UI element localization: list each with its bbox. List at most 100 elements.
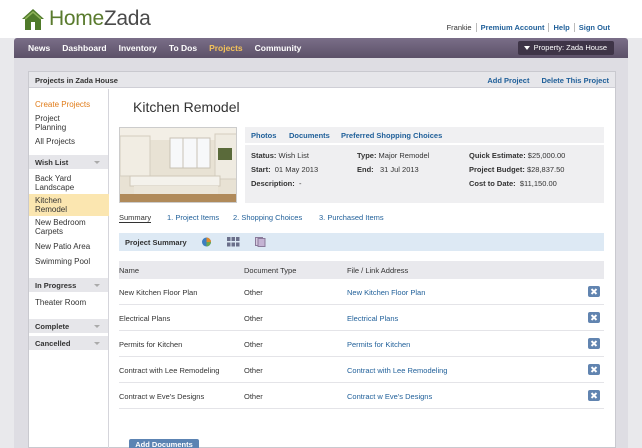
start-label: Start: — [251, 165, 271, 174]
sidebar-item-back-yard-landscape[interactable]: Back Yard Landscape — [29, 172, 108, 194]
description-value: - — [298, 179, 302, 188]
nav-inventory[interactable]: Inventory — [113, 43, 163, 53]
budget-value: $28,837.50 — [526, 165, 565, 174]
username: Frankie — [446, 23, 472, 32]
status-label: Status: — [251, 151, 277, 160]
end-value: 31 Jul 2013 — [379, 165, 419, 174]
row-name: Permits for Kitchen — [119, 340, 183, 349]
row-link[interactable]: Contract w Eve's Designs — [347, 392, 432, 401]
project-planning-link[interactable]: Project Planning — [29, 113, 89, 133]
type-label: Type: — [357, 151, 377, 160]
sidebar-item-theater-room[interactable]: Theater Room — [29, 296, 108, 309]
end-label: End: — [357, 165, 374, 174]
row-link[interactable]: Electrical Plans — [347, 314, 398, 323]
projects-panel: Projects in Zada House Add Project Delet… — [28, 71, 616, 448]
subtab-purchased-items[interactable]: 3. Purchased Items — [319, 213, 384, 222]
cost-value: $11,150.00 — [519, 179, 557, 188]
project-summary-label: Project Summary — [125, 238, 187, 247]
quick-estimate-label: Quick Estimate: — [469, 151, 526, 160]
col-document-type: Document Type — [244, 266, 297, 275]
cost-label: Cost to Date: — [469, 179, 516, 188]
add-project-link[interactable]: Add Project — [487, 76, 529, 85]
nav-todos[interactable]: To Dos — [163, 43, 203, 53]
kitchen-photo[interactable] — [119, 127, 237, 203]
project-title: Kitchen Remodel — [133, 99, 240, 115]
row-name: Contract with Lee Remodeling — [119, 366, 220, 375]
status-value: Wish List — [278, 151, 309, 160]
house-logo-icon — [20, 6, 46, 32]
add-documents-button[interactable]: Add Documents — [129, 439, 199, 448]
panel-header: Projects in Zada House Add Project Delet… — [29, 72, 615, 88]
sidebar-item-new-bedroom-carpets[interactable]: New Bedroom Carpets — [29, 216, 108, 238]
delete-icon[interactable] — [588, 390, 600, 401]
delete-icon[interactable] — [588, 312, 600, 323]
tab-preferred-shopping[interactable]: Preferred Shopping Choices — [341, 131, 442, 140]
quick-estimate-value: $25,000.00 — [527, 151, 566, 160]
row-type: Other — [244, 288, 263, 297]
nav-news[interactable]: News — [22, 43, 56, 53]
homezada-logo[interactable]: HomeZada — [20, 6, 151, 32]
property-selector-button[interactable]: Property: Zada House — [517, 41, 614, 55]
row-name: New Kitchen Floor Plan — [119, 288, 198, 297]
group-wish-list[interactable]: Wish List — [29, 155, 108, 169]
row-link[interactable]: Contract with Lee Remodeling — [347, 366, 447, 375]
row-link[interactable]: Permits for Kitchen — [347, 340, 410, 349]
top-header: HomeZada Frankie Premium Account Help Si… — [0, 0, 642, 38]
table-row: Permits for Kitchen Other Permits for Ki… — [119, 331, 604, 357]
all-projects-link[interactable]: All Projects — [29, 136, 108, 147]
nav-dashboard[interactable]: Dashboard — [56, 43, 112, 53]
budget-label: Project Budget: — [469, 165, 525, 174]
group-complete[interactable]: Complete — [29, 319, 108, 333]
project-subtabs: Summary 1. Project Items 2. Shopping Cho… — [119, 213, 604, 225]
nav-projects[interactable]: Projects — [203, 43, 249, 61]
panel-title: Projects in Zada House — [35, 76, 118, 85]
nav-community[interactable]: Community — [249, 43, 308, 53]
tab-documents[interactable]: Documents — [289, 131, 330, 140]
sidebar-item-kitchen-remodel[interactable]: Kitchen Remodel — [29, 194, 109, 216]
info-tabs: Photos Documents Preferred Shopping Choi… — [245, 127, 604, 143]
delete-project-link[interactable]: Delete This Project — [541, 76, 609, 85]
table-row: Contract with Lee Remodeling Other Contr… — [119, 357, 604, 383]
subtab-shopping-choices[interactable]: 2. Shopping Choices — [233, 213, 302, 222]
brand-name: HomeZada — [49, 7, 151, 30]
start-value: 01 May 2013 — [274, 165, 319, 174]
col-file-link: File / Link Address — [347, 266, 409, 275]
col-name: Name — [119, 266, 140, 275]
subtab-project-items[interactable]: 1. Project Items — [167, 213, 219, 222]
premium-account-link[interactable]: Premium Account — [475, 23, 549, 32]
row-link[interactable]: New Kitchen Floor Plan — [347, 288, 425, 297]
row-type: Other — [244, 340, 263, 349]
type-value: Major Remodel — [378, 151, 430, 160]
documents-icon[interactable] — [255, 237, 266, 247]
row-type: Other — [244, 392, 263, 401]
sidebar-item-swimming-pool[interactable]: Swimming Pool — [29, 255, 108, 268]
delete-icon[interactable] — [588, 364, 600, 375]
description-label: Description: — [251, 179, 295, 188]
row-type: Other — [244, 314, 263, 323]
project-summary-bar: Project Summary — [119, 233, 604, 251]
group-cancelled[interactable]: Cancelled — [29, 336, 108, 350]
documents-table: Name Document Type File / Link Address N… — [119, 261, 604, 409]
grid-view-icon[interactable] — [227, 237, 240, 247]
projects-sidebar: Create Projects Project Planning All Pro… — [29, 89, 109, 448]
main-frame: Projects in Zada House Add Project Delet… — [14, 58, 628, 448]
row-name: Electrical Plans — [119, 314, 171, 323]
pie-chart-icon[interactable] — [201, 237, 212, 247]
create-projects-link[interactable]: Create Projects — [29, 99, 108, 110]
main-nav: News Dashboard Inventory To Dos Projects… — [14, 38, 628, 61]
subtab-summary[interactable]: Summary — [119, 213, 152, 223]
table-header: Name Document Type File / Link Address — [119, 261, 604, 279]
sign-out-link[interactable]: Sign Out — [573, 23, 614, 32]
account-links: Frankie Premium Account Help Sign Out — [443, 23, 614, 32]
project-info: Status: Wish List Type: Major Remodel Qu… — [245, 145, 604, 203]
table-row: New Kitchen Floor Plan Other New Kitchen… — [119, 279, 604, 305]
group-in-progress[interactable]: In Progress — [29, 278, 108, 292]
tab-photos[interactable]: Photos — [251, 131, 276, 140]
table-row: Contract w Eve's Designs Other Contract … — [119, 383, 604, 409]
row-type: Other — [244, 366, 263, 375]
delete-icon[interactable] — [588, 286, 600, 297]
help-link[interactable]: Help — [548, 23, 573, 32]
delete-icon[interactable] — [588, 338, 600, 349]
sidebar-item-new-patio-area[interactable]: New Patio Area — [29, 240, 108, 253]
table-row: Electrical Plans Other Electrical Plans — [119, 305, 604, 331]
